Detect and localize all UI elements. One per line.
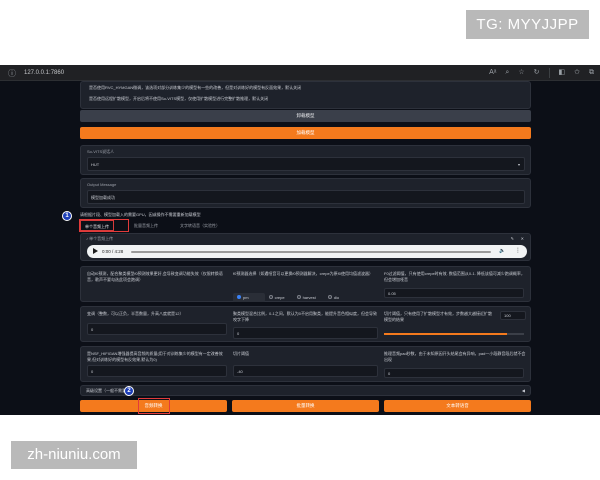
cluster-ratio-value: 0 [237,331,240,336]
input-tabs: 单个音频上传 批量音频上传 文字转语音（实验性） [80,220,531,232]
cluster-ratio-label: 聚类模型混合比例，0-1之间，默认为0不启用聚类，能提升音色相似度，但会导致咬字… [233,311,378,322]
f0-threshold-label: F0过滤阈值，只有使用crepe时有效. 数值范围从0-1. 降低该值可减少跑调… [384,271,525,282]
option-text-2: 是否使用远程扩散模型，开启后将不使用So-VITS模型，仅使用扩散模型进行完整扩… [89,96,269,101]
address-bar[interactable]: 127.0.0.1:7860 [24,68,64,78]
toolbar-divider [548,68,550,78]
zoom-icon[interactable]: ⌕ [505,68,509,78]
pad-seconds-input[interactable]: 0 [384,368,524,378]
db-threshold-label: 切片阈值 [233,351,249,356]
output-panel: Output Message 模型加载成功 [80,178,531,208]
collections-icon[interactable]: ⧉ [589,68,594,78]
cluster-ratio-input[interactable]: 0 [233,327,378,339]
output-label: Output Message [87,182,117,187]
edit-icon[interactable]: ✎ [511,236,514,242]
collapse-arrow-icon: ◀ [521,388,525,393]
speaker-panel: So-VITS说话人 HUT ▾ [80,145,531,175]
pad-seconds-value: 0 [388,371,391,376]
radio-harvest[interactable]: harvest [296,295,316,300]
highlight-box-convert [138,398,170,414]
split-screen-icon[interactable]: ◧ [559,68,566,78]
audio-time: 0:00 / 4:28 [102,249,124,254]
advanced-settings-accordion[interactable]: 高级设置（一般不需要动） ◀ [80,385,531,396]
batch-convert-button[interactable]: 批量转换 [232,400,379,412]
unload-model-button[interactable]: 卸载模型 [80,110,531,122]
pitch-label: 变调（整数，可以正负，半音数量，升高八度就是12） [87,311,184,316]
app-screenshot: ⓘ 127.0.0.1:7860 Aᵃ ⌕ ☆ ↻ ◧ ✩ ⧉ 是否使用RVC_… [0,65,600,415]
volume-icon[interactable]: 🔈 [499,248,505,255]
nsf-label: 是NSF_HIFIGAN增强器提高音频的质量(用于对训练集少的模型有一定改善效果… [87,351,223,362]
speaker-value: HUT [91,162,100,167]
nsf-input[interactable]: 0 [87,365,227,377]
browser-toolbar: ⓘ 127.0.0.1:7860 Aᵃ ⌕ ☆ ↻ ◧ ✩ ⧉ [0,65,600,81]
speaker-label: So-VITS说话人 [87,149,115,154]
f0-method-label: f0预测器选择（如遇哑音可以更换f0预测器解决，crepe为原f0使用均值滤波器… [233,271,374,276]
tab-batch-upload[interactable]: 批量音频上传 [130,220,162,231]
radio-crepe[interactable]: crepe [268,295,285,300]
pad-seconds-label: 推理音频pad秒数，由于未知原因开头结尾会有异响，pad一小段静音段后就不会出现 [384,351,526,362]
load-model-button[interactable]: 加载模型 [80,127,531,139]
slice-steps-input[interactable]: 100 [500,311,526,320]
nsf-value: 0 [91,369,94,374]
favorites-icon[interactable]: ✩ [574,68,580,78]
pitch-value: 0 [91,327,94,332]
step-marker-1: 1 [62,211,72,221]
step-marker-2: 2 [124,386,134,396]
speaker-dropdown[interactable]: HUT ▾ [87,157,525,171]
text-to-speech-button[interactable]: 文本转语音 [384,400,531,412]
output-value: 模型加载成功 [91,195,115,200]
tab-text-to-speech[interactable]: 文字转语音（实验性） [176,220,224,231]
read-aloud-icon[interactable]: Aᵃ [489,68,496,78]
watermark-bottom: zh-niuniu.com [11,441,137,469]
close-icon[interactable]: ✕ [521,236,524,242]
browser-actions: Aᵃ ⌕ ☆ ↻ ◧ ✩ ⧉ [489,68,594,78]
slice-steps-slider-fill [384,333,508,335]
pitch-input[interactable]: 0 [87,323,227,335]
auto-f0-checkbox-label[interactable]: 自动f0预测，配合聚类模型f0预测效果更好,会导致变调功能失效（仅限转换语音，歌… [87,271,227,283]
radio-pm[interactable]: pm [237,295,249,300]
option-text-1: 是否使用RVC_HYMGAN微调，该选项对部分训练集少的模型有一些的改善，但是对… [89,85,302,90]
gpu-tip-text: 请根据片段、模型加载入的需要GPU，因或操作不需要重新加载模型 [80,212,201,217]
output-message-field[interactable]: 模型加载成功 [87,190,525,204]
f0-method-radio-group: pm crepe harvest dio [233,286,351,304]
info-icon[interactable]: ⓘ [8,68,16,79]
main-content: 是否使用RVC_HYMGAN微调，该选项对部分训练集少的模型有一些的改善，但是对… [79,81,531,415]
nsf-settings-row: 是NSF_HIFIGAN增强器提高音频的质量(用于对训练集少的模型有一定改善效果… [80,346,531,382]
slice-steps-value: 100 [504,313,511,318]
slice-steps-slider[interactable] [384,333,524,335]
slice-steps-label: 切片阈值，只有使用了扩散模型才有效，步数越大越接近扩散模型的结果 [384,311,492,322]
favorite-icon[interactable]: ☆ [518,68,524,78]
play-icon[interactable] [93,248,98,254]
audio-progress-track[interactable] [131,251,491,253]
highlight-box-tab [79,219,129,232]
more-options-icon[interactable]: ⋮ [515,247,521,255]
audio-file-label: ♪ 单个音频上传 [86,236,114,241]
chevron-down-icon: ▾ [517,162,520,167]
db-threshold-input[interactable]: -40 [233,365,378,377]
f0-threshold-value: 0.05 [388,291,396,296]
refresh-icon[interactable]: ↻ [534,68,540,78]
audio-upload-panel: ♪ 单个音频上传 ✎ ✕ 0:00 / 4:28 🔈 ⋮ [80,233,531,261]
watermark-top: TG: MYYJJPP [466,10,589,39]
audio-player[interactable]: 0:00 / 4:28 🔈 ⋮ [87,245,527,258]
pitch-settings-row: 变调（整数，可以正负，半音数量，升高八度就是12） 0 聚类模型混合比例，0-1… [80,306,531,342]
f0-settings-row: 自动f0预测，配合聚类模型f0预测效果更好,会导致变调功能失效（仅限转换语音，歌… [80,266,531,302]
f0-threshold-input[interactable]: 0.05 [384,288,524,298]
db-threshold-value: -40 [237,369,243,374]
options-panel: 是否使用RVC_HYMGAN微调，该选项对部分训练集少的模型有一些的改善，但是对… [80,81,531,109]
radio-dio[interactable]: dio [327,295,339,300]
